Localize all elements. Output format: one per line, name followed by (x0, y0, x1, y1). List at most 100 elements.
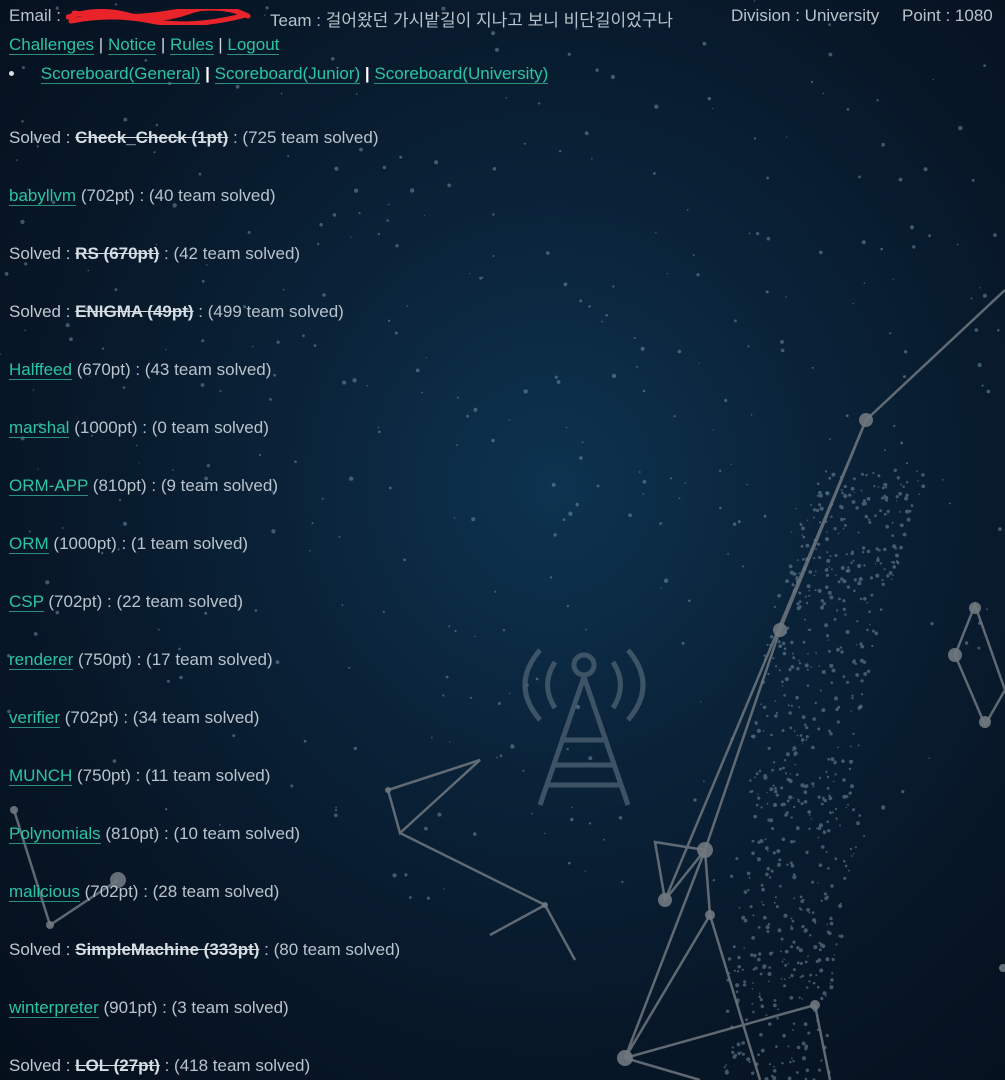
challenge-link[interactable]: malicious (9, 882, 80, 902)
face-particle (851, 500, 856, 504)
solve-count: : (3 team solved) (162, 998, 289, 1017)
challenge-row: babyllvm (702pt) : (40 team solved) (9, 186, 276, 206)
background-dot (554, 375, 558, 379)
challenge-row: Solved : RS (670pt) : (42 team solved) (9, 244, 300, 264)
face-particle (859, 597, 863, 601)
face-particle (760, 1004, 765, 1009)
face-particle (823, 799, 828, 803)
background-dot (553, 533, 557, 537)
face-particle (842, 778, 846, 782)
background-dot (579, 299, 583, 303)
face-particle (768, 1063, 772, 1066)
background-dot (780, 348, 785, 353)
face-particle (787, 1045, 790, 1048)
challenge-link[interactable]: marshal (9, 418, 70, 438)
face-particle (834, 857, 838, 861)
face-particle (799, 895, 803, 899)
challenge-link[interactable]: ORM-APP (9, 476, 89, 496)
scoreboard-university-link[interactable]: Scoreboard(University) (374, 64, 549, 84)
scoreboard-junior-link[interactable]: Scoreboard(Junior) (214, 64, 361, 84)
background-dot (251, 345, 254, 348)
face-particle (866, 497, 871, 501)
face-particle (801, 974, 804, 978)
background-dot (596, 484, 600, 488)
face-particle (774, 714, 778, 718)
background-dot (445, 675, 449, 679)
face-particle (783, 913, 788, 918)
face-particle (782, 1033, 786, 1038)
face-particle (755, 772, 759, 776)
background-dot (948, 502, 951, 505)
background-dot (437, 812, 442, 817)
background-dot (964, 641, 969, 645)
background-dot (294, 460, 297, 464)
face-particle (775, 905, 779, 909)
face-particle (752, 914, 755, 917)
nav-challenges-link[interactable]: Challenges (9, 35, 95, 55)
face-particle (805, 726, 809, 730)
challenge-link[interactable]: verifier (9, 708, 61, 728)
face-particle (854, 846, 857, 849)
face-particle (839, 824, 841, 827)
face-particle (808, 814, 811, 817)
face-particle (780, 937, 784, 941)
face-particle (829, 921, 834, 926)
background-dot (165, 808, 168, 811)
face-particle (781, 1062, 784, 1065)
challenge-link[interactable]: CSP (9, 592, 44, 612)
face-particle (850, 486, 855, 491)
background-dot (712, 879, 715, 882)
background-dot (916, 470, 918, 472)
face-particle (879, 608, 883, 611)
background-dot (423, 214, 425, 216)
face-particle (783, 759, 787, 762)
face-particle (803, 1022, 808, 1027)
face-particle (757, 1053, 760, 1056)
background-dot (584, 870, 586, 872)
face-particle (770, 733, 773, 737)
challenge-link[interactable]: renderer (9, 650, 74, 670)
background-dot (492, 213, 495, 216)
challenge-link[interactable]: ORM (9, 534, 49, 554)
face-particle (774, 786, 777, 790)
face-particle (840, 505, 844, 510)
nav-notice-link[interactable]: Notice (107, 35, 157, 55)
face-particle (753, 776, 756, 779)
challenge-points: (750pt) (78, 650, 132, 669)
background-dot (136, 444, 138, 447)
challenge-link[interactable]: Halffeed (9, 360, 73, 380)
background-dot (421, 391, 423, 394)
nav-rules-link[interactable]: Rules (170, 35, 214, 55)
scoreboard-general-link[interactable]: Scoreboard(General) (40, 64, 201, 84)
background-dot (747, 345, 750, 348)
face-particle (830, 978, 834, 982)
challenge-link[interactable]: winterpreter (9, 998, 99, 1018)
face-particle (800, 899, 804, 904)
face-particle (786, 799, 790, 803)
face-particle (921, 484, 926, 489)
face-particle (825, 957, 830, 962)
face-particle (826, 558, 831, 563)
challenge-points: (333pt) (203, 940, 260, 959)
face-particle (751, 1002, 754, 1005)
face-particle (848, 493, 852, 497)
face-particle (874, 514, 877, 518)
background-dot (198, 172, 202, 176)
nav-logout-link[interactable]: Logout (227, 35, 280, 55)
face-particle (910, 504, 914, 508)
face-particle (768, 980, 770, 983)
face-particle (869, 576, 874, 580)
background-dot (415, 368, 420, 373)
face-particle (825, 585, 829, 589)
challenge-link[interactable]: Polynomials (9, 824, 101, 844)
face-particle (801, 1041, 806, 1046)
background-dot (201, 279, 205, 283)
face-particle (790, 925, 793, 927)
face-particle (784, 964, 787, 967)
challenge-link[interactable]: babyllvm (9, 186, 77, 206)
face-particle (725, 1009, 730, 1013)
challenge-link[interactable]: MUNCH (9, 766, 73, 786)
challenge-name: RS (75, 244, 99, 263)
face-particle (856, 644, 858, 646)
background-dot (456, 396, 459, 399)
